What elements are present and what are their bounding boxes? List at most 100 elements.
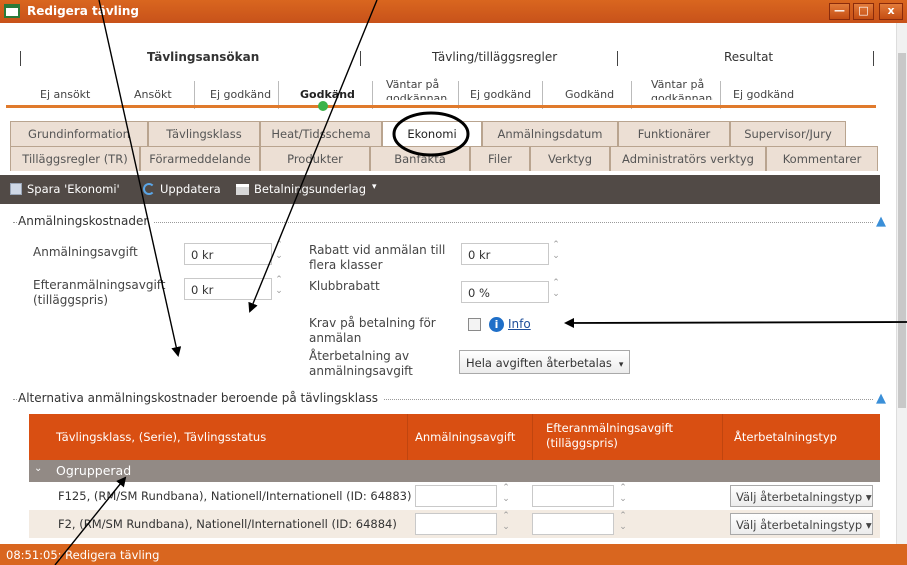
column-header-fee[interactable]: Anmälningsavgift — [415, 430, 515, 445]
step-applied: Ansökt — [134, 88, 172, 101]
payment-basis-button[interactable]: Betalningsunderlag — [236, 182, 366, 196]
spin-up-icon: ⌃ — [619, 511, 627, 521]
close-button[interactable]: x — [879, 3, 903, 20]
step-not-applied: Ej ansökt — [40, 88, 91, 101]
tab-heat-tidsschema[interactable]: Heat/Tidsschema — [260, 121, 382, 146]
spin-down-icon: ⌄ — [552, 289, 560, 299]
column-header-refund-type[interactable]: Återbetalningstyp — [734, 430, 837, 445]
action-toolbar: Spara 'Ekonomi' Uppdatera Betalningsunde… — [0, 175, 880, 204]
chevron-down-icon: ▾ — [865, 518, 872, 532]
tab-forarmeddelande[interactable]: Förarmeddelande — [140, 146, 260, 171]
row-refund-select[interactable]: Välj återbetalningstyp ▾ — [730, 485, 873, 507]
multi-class-discount-input[interactable]: 0 kr — [461, 243, 549, 265]
collapse-section-icon[interactable]: ▲ — [876, 392, 889, 405]
class-name: F125, (RM/SM Rundbana), Nationell/Intern… — [58, 489, 412, 503]
spin-down-icon: ⌄ — [275, 286, 283, 296]
status-bar: 08:51:05: Redigera tävling — [0, 544, 907, 565]
table-row: F125, (RM/SM Rundbana), Nationell/Intern… — [29, 482, 880, 510]
collapse-section-icon[interactable]: ▲ — [876, 215, 889, 228]
row-late-fee-stepper[interactable]: ⌃ ⌄ — [618, 483, 628, 509]
annotation-arrow — [564, 317, 907, 328]
row-refund-select[interactable]: Välj återbetalningstyp ▾ — [730, 513, 873, 535]
row-fee-stepper[interactable]: ⌃ ⌄ — [501, 483, 511, 509]
club-discount-stepper[interactable]: ⌃ ⌄ — [551, 278, 561, 304]
step-rules-pending: Väntar på godkännande — [386, 78, 448, 100]
step-app-approved: Godkänd — [300, 88, 355, 101]
maximize-button[interactable]: □ — [853, 3, 874, 20]
tab-ekonomi[interactable]: Ekonomi — [382, 121, 482, 146]
spin-down-icon: ⌄ — [275, 251, 283, 261]
table-header: Tävlingsklass, (Serie), Tävlingsstatus A… — [29, 414, 880, 460]
tab-tavlingsklass[interactable]: Tävlingsklass — [148, 121, 260, 146]
chevron-down-icon: ⌄ — [34, 463, 43, 474]
save-icon — [10, 183, 22, 195]
refresh-button[interactable]: Uppdatera — [143, 182, 221, 196]
payment-required-label: Krav på betalning för anmälan — [309, 316, 436, 345]
step-app-rejected: Ej godkänd — [210, 88, 272, 101]
row-refund-value: Välj återbetalningstyp — [736, 490, 863, 504]
save-label: Spara 'Ekonomi' — [27, 182, 120, 196]
tab-filer[interactable]: Filer — [470, 146, 530, 171]
tab-tillaggsregler[interactable]: Tilläggsregler (TR) — [10, 146, 140, 171]
chevron-down-icon: ▾ — [372, 182, 377, 192]
spin-down-icon: ⌄ — [502, 522, 510, 532]
scrollbar-thumb[interactable] — [898, 53, 906, 408]
tab-anmalningsdatum[interactable]: Anmälningsdatum — [482, 121, 618, 146]
fee-label: Anmälningsavgift — [33, 245, 138, 259]
row-late-fee-input[interactable] — [532, 513, 614, 535]
tab-verktyg[interactable]: Verktyg — [530, 146, 610, 171]
payment-required-checkbox[interactable] — [468, 318, 481, 331]
tab-grundinformation[interactable]: Grundinformation — [10, 121, 148, 146]
toolbar-more-dropdown[interactable]: ▾ — [372, 182, 377, 192]
fee-input[interactable]: 0 kr — [184, 243, 272, 265]
multi-class-discount-label: Rabatt vid anmälan till flera klasser — [309, 243, 446, 272]
spin-down-icon: ⌄ — [619, 522, 627, 532]
vertical-scrollbar[interactable] — [896, 23, 907, 544]
save-button[interactable]: Spara 'Ekonomi' — [10, 182, 120, 196]
minimize-button[interactable]: — — [829, 3, 850, 20]
chevron-down-icon: ▾ — [865, 490, 872, 504]
tab-funktionarer[interactable]: Funktionärer — [618, 121, 730, 146]
discount-stepper[interactable]: ⌃ ⌄ — [551, 240, 561, 266]
window-titlebar: Redigera tävling — □ x — [0, 0, 907, 23]
spin-up-icon: ⌃ — [275, 240, 283, 250]
chevron-down-icon: ▾ — [618, 360, 624, 370]
window-title: Redigera tävling — [27, 4, 140, 18]
step-rules-rejected: Ej godkänd — [470, 88, 532, 101]
tab-supervisor-jury[interactable]: Supervisor/Jury — [730, 121, 846, 146]
group-row[interactable]: ⌄ Ogrupperad — [29, 460, 880, 482]
step-result-rejected: Ej godkänd — [733, 88, 795, 101]
progress-bar — [6, 105, 876, 108]
step-divider — [360, 51, 361, 66]
tab-kommentarer[interactable]: Kommentarer — [766, 146, 878, 171]
column-divider — [407, 414, 408, 460]
section-title-alt-costs: Alternativa anmälningskostnader beroende… — [18, 391, 384, 405]
tab-banfakta[interactable]: Banfakta — [370, 146, 470, 171]
row-fee-stepper[interactable]: ⌃ ⌄ — [501, 511, 511, 537]
late-fee-input[interactable]: 0 kr — [184, 278, 272, 300]
club-discount-input[interactable]: 0 % — [461, 281, 549, 303]
column-header-late-fee[interactable]: Efteranmälningsavgift (tilläggspris) — [546, 421, 736, 451]
step-divider — [20, 51, 21, 66]
row-fee-input[interactable] — [415, 513, 497, 535]
print-icon — [236, 183, 249, 195]
info-link[interactable]: Info — [508, 317, 531, 331]
row-late-fee-stepper[interactable]: ⌃ ⌄ — [618, 511, 628, 537]
spin-up-icon: ⌃ — [619, 483, 627, 493]
column-header-class[interactable]: Tävlingsklass, (Serie), Tävlingsstatus — [56, 430, 266, 445]
late-fee-stepper[interactable]: ⌃ ⌄ — [274, 275, 284, 301]
spin-down-icon: ⌄ — [502, 494, 510, 504]
fee-stepper[interactable]: ⌃ ⌄ — [274, 240, 284, 266]
row-fee-input[interactable] — [415, 485, 497, 507]
step-divider — [617, 51, 618, 66]
section-title-costs: Anmälningskostnader — [18, 214, 155, 228]
tab-produkter[interactable]: Produkter — [260, 146, 370, 171]
table-row: F2, (RM/SM Rundbana), Nationell/Internat… — [29, 510, 880, 538]
row-late-fee-input[interactable] — [532, 485, 614, 507]
refund-select[interactable]: Hela avgiften återbetalas ▾ — [459, 350, 631, 374]
tab-administrators-verktyg[interactable]: Administratörs verktyg — [610, 146, 766, 171]
class-name: F2, (RM/SM Rundbana), Nationell/Internat… — [58, 517, 397, 531]
club-discount-label: Klubbrabatt — [309, 279, 380, 293]
spin-up-icon: ⌃ — [552, 278, 560, 288]
step-head-result: Resultat — [724, 50, 774, 64]
